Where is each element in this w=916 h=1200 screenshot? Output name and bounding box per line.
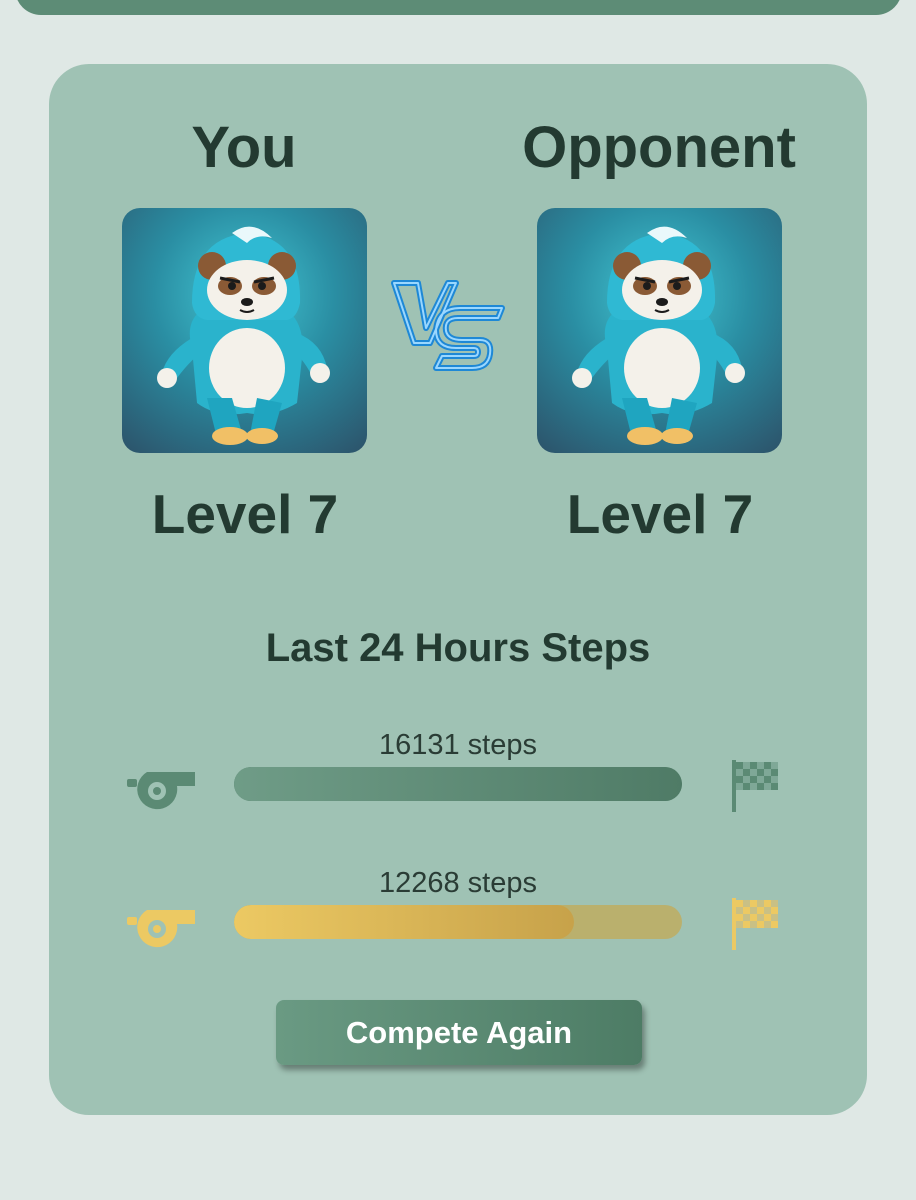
checkered-flag-icon [732,760,778,812]
opponent-title: Opponent [522,115,796,180]
opponent-progress-bar [234,905,682,939]
checkered-flag-icon [732,898,778,950]
player-progress-bar [234,767,682,801]
player-avatar [122,208,367,453]
opponent-steps-label: 12268 steps [378,867,537,899]
player-progress-fill [234,767,682,801]
vs-icon [391,280,505,371]
player-title: You [191,115,297,180]
player-steps-label: 16131 steps [378,729,537,761]
opponent-progress-fill [234,905,575,939]
opponent-avatar [537,208,782,453]
player-level: Level 7 [151,483,339,545]
whistle-icon [127,772,195,810]
top-panel-edge [15,0,902,15]
steps-section-title: Last 24 Hours Steps [265,626,651,670]
compete-again-button[interactable]: Compete Again [276,1000,642,1065]
whistle-icon [127,910,195,948]
panda-character-image [157,226,330,445]
panda-character-image [572,226,745,445]
opponent-level: Level 7 [566,483,754,545]
